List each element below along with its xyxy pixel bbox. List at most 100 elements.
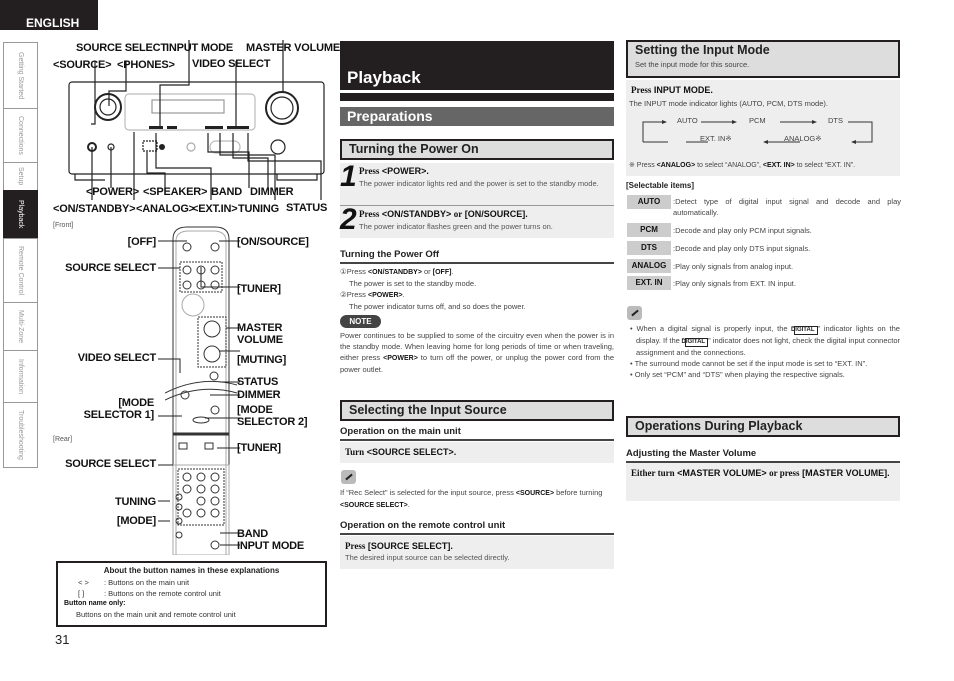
callout-remote-master: MASTER [237,322,283,334]
flow-dts: DTS [828,116,843,125]
heading-setting-input-mode: Setting the Input Mode Set the input mod… [626,40,900,78]
caption-rear: [Rear] [53,436,73,443]
input-mode-footnote: ※ Press <ANALOG> to select “ANALOG”, <EX… [629,162,856,169]
heading-turning-power-off: Turning the Power Off [340,249,614,264]
callout-source: <SOURCE> [53,59,112,71]
callout-rear-band: BAND [237,528,268,540]
power-off-steps: ①Press <ON/STANDBY> or [OFF]. The power … [340,267,526,311]
heading-turning-power-on: Turning the Power On [340,139,614,160]
page-number: 31 [55,632,70,647]
callout-remote-mode-selector-2b: SELECTOR 2] [237,416,308,428]
digital-indicator-badge: DIGITAL [791,326,818,335]
flow-analog: ANALOG※ [784,134,822,143]
tip-digital-indicator: • When a digital signal is properly inpu… [630,324,901,357]
heading-selecting-input-source: Selecting the Input Source [340,400,614,421]
callout-ext-in: <EXT.IN> [192,203,238,215]
callout-master-volume: MASTER VOLUME [246,42,340,54]
tag-analog: ANALOG [627,259,671,273]
legend-button-name-only-label: Button name only: [64,600,126,607]
pencil-tip-icon [341,470,356,484]
rec-select-tip: If “Rec Select” is selected for the inpu… [340,488,603,509]
step-number: 2 [340,203,357,236]
caption-front: [Front] [53,222,74,229]
callout-remote-off: [OFF] [127,236,157,248]
step-1: 1 Press <POWER>. The power indicator lig… [340,160,614,205]
step-number: 1 [340,160,357,193]
input-mode-tips: • When a digital signal is properly inpu… [628,323,900,380]
side-nav-item-connections[interactable]: Connections [3,108,38,162]
side-nav-item-remote-control[interactable]: Remote Control [3,238,38,302]
pencil-tip-icon [627,306,642,320]
callout-remote-muting: [MUTING] [237,354,287,366]
side-nav-item-troubleshooting[interactable]: Troubleshooting [3,402,38,468]
section-preparations: Preparations [340,107,614,126]
master-volume-instruction: Either turn <MASTER VOLUME> or press [MA… [626,463,900,501]
step-description: The power indicator lights red and the p… [359,179,599,188]
callout-on-standby: <ON/STANDBY> [53,203,136,215]
flow-auto: AUTO [677,116,698,125]
tag-ext-in: EXT. IN [627,276,671,290]
step-instruction: Press <ON/STANDBY> or [ON/SOURCE]. [359,209,528,219]
callout-power: <POWER> [86,186,140,198]
desc-dts: :Decode and play only DTS input signals. [673,244,811,253]
remote-instruction: Press [SOURCE SELECT]. The desired input… [340,536,614,569]
callout-remote-dimmer: DIMMER [237,389,281,401]
legend-title: About the button names in these explanat… [103,566,280,575]
step-description: The power indicator flashes green and th… [359,222,553,231]
step-instruction: Press <POWER>. [359,166,429,176]
flow-pcm: PCM [749,116,766,125]
heading-operations-during-playback: Operations During Playback [626,416,900,437]
input-mode-desc: The INPUT mode indicator lights (AUTO, P… [629,99,828,108]
note-text: Power continues to be supplied to some o… [340,331,614,374]
callout-band: BAND [211,186,242,198]
callout-rear-tuner: [TUNER] [237,442,281,454]
step-2: 2 Press <ON/STANDBY> or [ON/SOURCE]. The… [340,203,614,238]
side-nav-item-getting-started[interactable]: Getting Started [3,42,38,108]
side-nav-item-setup[interactable]: Setup [3,162,38,190]
side-nav-item-information[interactable]: Information [3,350,38,402]
callout-tuning: TUNING [238,203,279,215]
main-unit-instruction: Turn <SOURCE SELECT>. [340,442,614,463]
legend-button-name-only-text: Buttons on the main unit and remote cont… [76,610,236,619]
callout-analog: <ANALOG> [136,203,195,215]
heading-adjusting-master-volume: Adjusting the Master Volume [626,448,900,463]
desc-auto: :Detect type of digital input signal and… [673,197,901,217]
side-nav: Getting Started Connections Setup Playba… [3,42,38,468]
callout-remote-video-select: VIDEO SELECT [77,352,156,364]
tag-pcm: PCM [627,223,671,237]
note-badge: NOTE [340,315,381,328]
callout-remote-status: STATUS [237,376,279,388]
desc-analog: :Play only signals from analog input. [673,262,794,271]
side-nav-item-multi-zone[interactable]: Multi-Zone [3,302,38,350]
selectable-items-heading: [Selectable items] [626,181,695,190]
callout-remote-mode-selector-1a: [MODE [118,397,154,409]
callout-rear-input-mode: INPUT MODE [237,540,305,552]
callout-remote-source-select: SOURCE SELECT [65,262,156,274]
callout-remote-on-source: [ON/SOURCE] [237,236,309,248]
language-label: ENGLISH [26,16,80,30]
callout-video-select: VIDEO SELECT [192,58,271,70]
callout-input-mode: INPUT MODE [166,42,234,54]
button-names-legend: About the button names in these explanat… [56,561,327,627]
callout-source-select: SOURCE SELECT [76,42,167,54]
desc-ext-in: :Play only signals from EXT. IN input. [673,279,796,288]
language-tab: ENGLISH [0,0,98,30]
callout-speaker: <SPEAKER> [143,186,208,198]
callout-rear-source-select: SOURCE SELECT [65,458,156,470]
page-title: Playback [340,41,614,90]
desc-pcm: :Decode and play only PCM input signals. [673,226,812,235]
callout-rear-mode: [MODE] [116,515,156,527]
tip-surround-mode: • The surround mode cannot be set if the… [630,359,868,368]
remote-callout-leaders [158,240,240,546]
callout-remote-volume: VOLUME [237,334,283,346]
callout-dimmer: DIMMER [250,186,294,198]
legend-row-remote: [ ]: Buttons on the remote control unit [78,589,221,598]
callout-status: STATUS [286,202,328,214]
flow-ext-in: EXT. IN※ [700,134,732,143]
input-mode-instruction: Press INPUT MODE. [631,85,713,95]
callout-rear-tuning: TUNING [115,496,156,508]
side-nav-item-playback[interactable]: Playback [3,190,38,238]
tag-dts: DTS [627,241,671,255]
title-rule [340,93,614,101]
legend-row-main-unit: < >: Buttons on the main unit [78,578,190,587]
